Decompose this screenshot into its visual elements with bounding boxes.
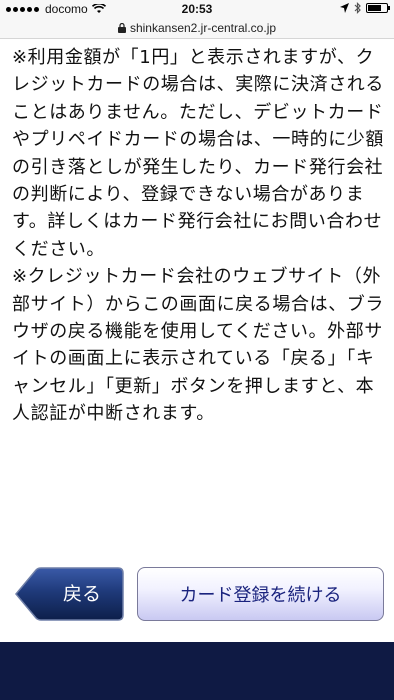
back-button-label: 戻る [62, 583, 101, 605]
status-time: 20:53 [181, 2, 213, 16]
back-button[interactable]: 戻る [14, 567, 124, 621]
footer-bar [0, 642, 394, 700]
continue-card-registration-button[interactable]: カード登録を続ける [137, 567, 384, 621]
notice-text: ※利用金額が「1円」と表示されますが、クレジットカードの場合は、実際に決済される… [12, 44, 384, 428]
address-bar[interactable]: shinkansen2.jr-central.co.jp [0, 18, 394, 39]
location-arrow-icon [340, 3, 349, 13]
continue-button-label: カード登録を続ける [179, 585, 342, 606]
status-bar: docomo 20:53 [0, 0, 394, 18]
status-indicators [340, 2, 390, 14]
notice-paragraph: ※クレジットカード会社のウェブサイト（外部サイト）からこの画面に戻る場合は、ブラ… [12, 266, 384, 425]
lock-icon [117, 23, 126, 33]
battery-icon [366, 3, 390, 13]
notice-paragraph: ※利用金額が「1円」と表示されますが、クレジットカードの場合は、実際に決済される… [12, 47, 384, 260]
bluetooth-icon [354, 2, 361, 14]
url-text: shinkansen2.jr-central.co.jp [129, 21, 277, 35]
